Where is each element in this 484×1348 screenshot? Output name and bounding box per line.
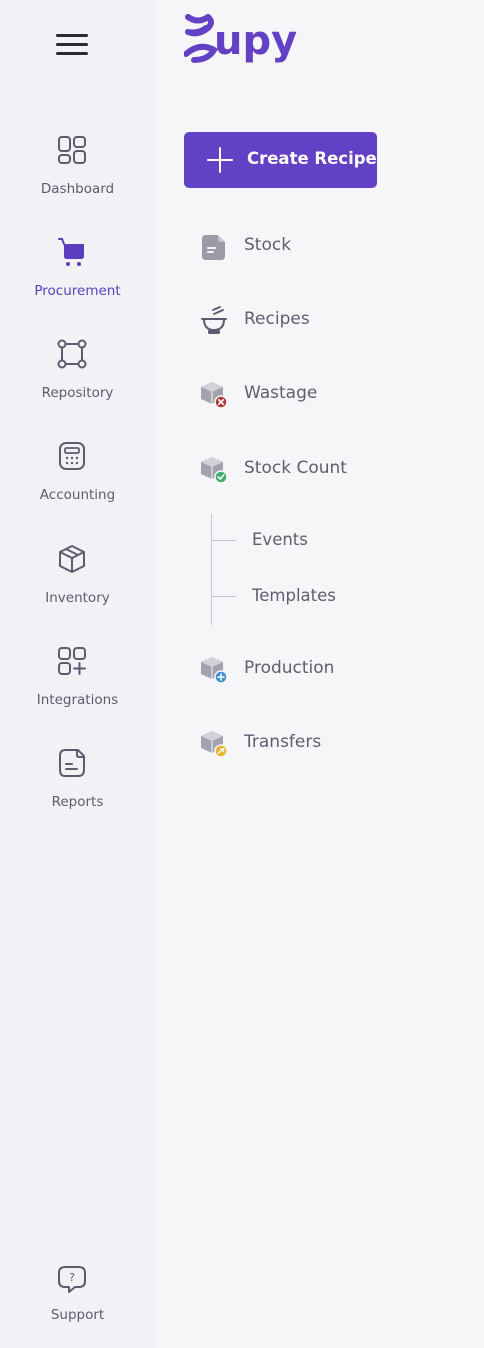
- supy-logo[interactable]: upy: [184, 14, 326, 66]
- box-remove-icon: [201, 382, 228, 409]
- box-icon: [59, 545, 85, 573]
- rail-item-accounting[interactable]: Accounting: [0, 441, 155, 521]
- rail-label-dashboard: Dashboard: [40, 181, 115, 197]
- create-recipe-label: Create Recipe: [247, 149, 377, 168]
- nav-label-wastage: Wastage: [244, 383, 318, 403]
- plus-icon: [207, 147, 233, 173]
- subnav-label-templates: Templates: [252, 586, 336, 605]
- nav-item-recipes[interactable]: Recipes: [196, 300, 456, 340]
- rail-label-repository: Repository: [41, 385, 114, 401]
- rail-item-reports[interactable]: Reports: [0, 748, 155, 828]
- nav-item-wastage[interactable]: Wastage: [196, 374, 456, 414]
- nav-label-stock-count: Stock Count: [244, 458, 347, 478]
- box-add-icon: [201, 657, 228, 684]
- box-check-icon: [201, 457, 228, 484]
- nav-item-transfers[interactable]: Transfers: [196, 723, 456, 763]
- box-transfer-icon: [201, 731, 228, 758]
- rail-item-procurement[interactable]: Procurement: [0, 237, 155, 317]
- nav-item-production[interactable]: Production: [196, 649, 456, 689]
- nav-item-stock-count[interactable]: Stock Count: [196, 449, 456, 489]
- nav-label-transfers: Transfers: [244, 732, 322, 752]
- nav-label-recipes: Recipes: [244, 309, 310, 329]
- support-button[interactable]: ? Support: [0, 1264, 155, 1334]
- rail-item-repository[interactable]: Repository: [0, 339, 155, 419]
- nav-label-stock: Stock: [244, 235, 292, 255]
- rail-item-dashboard[interactable]: Dashboard: [0, 135, 155, 215]
- rail-label-integrations: Integrations: [36, 692, 119, 708]
- nav-item-stock[interactable]: Stock: [196, 226, 456, 266]
- bowl-icon: [201, 306, 227, 334]
- svg-text:?: ?: [69, 1271, 75, 1284]
- create-recipe-button[interactable]: Create Recipe: [184, 132, 377, 188]
- nav-label-production: Production: [244, 658, 335, 678]
- rail-label-inventory: Inventory: [45, 590, 110, 606]
- integrations-icon: [58, 647, 86, 675]
- subnav-label-events: Events: [252, 530, 308, 549]
- rail-item-integrations[interactable]: Integrations: [0, 646, 155, 726]
- tree-connector: [212, 596, 236, 597]
- reports-icon: [59, 749, 85, 777]
- dashboard-icon: [58, 136, 86, 164]
- subnav-item-templates[interactable]: Templates: [212, 580, 412, 614]
- rail-label-reports: Reports: [51, 794, 104, 810]
- support-label: Support: [50, 1307, 105, 1323]
- calculator-icon: [59, 442, 85, 470]
- subnav-item-events[interactable]: Events: [212, 524, 412, 558]
- hamburger-icon[interactable]: [56, 33, 88, 57]
- help-chat-icon: ?: [58, 1266, 86, 1293]
- repository-icon: [57, 339, 87, 369]
- cart-icon: [58, 238, 84, 266]
- tree-connector: [212, 540, 236, 541]
- rail-item-inventory[interactable]: Inventory: [0, 544, 155, 624]
- rail-label-procurement: Procurement: [34, 283, 121, 299]
- rail-label-accounting: Accounting: [39, 487, 116, 503]
- document-icon: [202, 235, 225, 260]
- svg-text:upy: upy: [214, 18, 297, 64]
- side-rail: Dashboard Procurement Repository Account…: [0, 0, 155, 1348]
